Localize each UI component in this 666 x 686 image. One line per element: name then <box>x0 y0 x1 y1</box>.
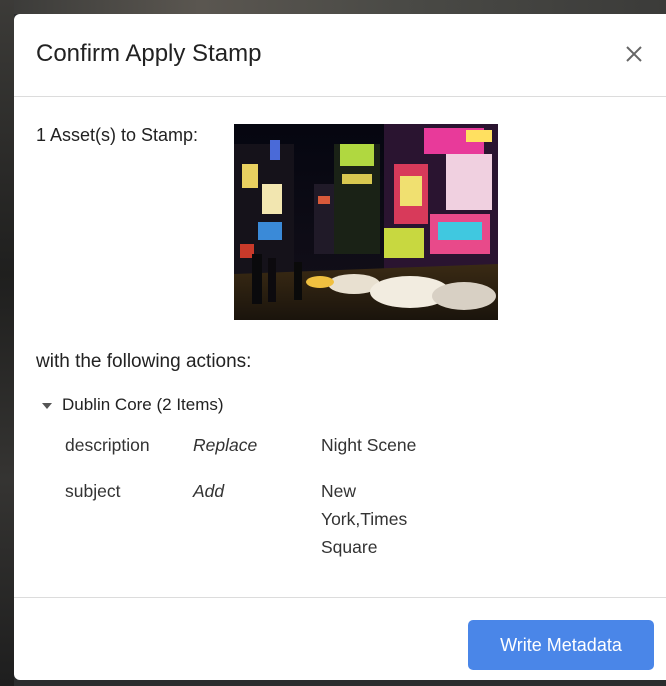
asset-count-label: 1 Asset(s) to Stamp: <box>36 125 199 145</box>
dialog-title: Confirm Apply Stamp <box>36 40 262 67</box>
field-value: New York,Times Square <box>321 481 408 557</box>
field-name: subject <box>65 481 121 501</box>
dialog-body: 1 Asset(s) to Stamp: with the following … <box>14 97 666 598</box>
background-page <box>0 0 666 14</box>
background-page-edge <box>0 0 14 686</box>
operation: Replace <box>193 435 258 455</box>
write-metadata-button[interactable]: Write Metadata <box>468 620 654 670</box>
group-label: Dublin Core (2 Items) <box>62 395 224 414</box>
field-value: Night Scene <box>321 435 417 455</box>
dialog-header: Confirm Apply Stamp <box>14 14 666 97</box>
operation: Add <box>193 481 225 501</box>
actions-label: with the following actions: <box>36 351 252 372</box>
field-name: description <box>65 435 150 455</box>
caret-down-icon <box>42 403 52 409</box>
confirm-stamp-dialog: Confirm Apply Stamp 1 Asset(s) to Stamp: <box>14 14 666 680</box>
close-button[interactable] <box>620 40 648 68</box>
dialog-footer: Write Metadata <box>14 598 666 682</box>
night-street-image <box>234 124 498 320</box>
close-icon <box>626 46 642 62</box>
dublin-core-group-toggle[interactable]: Dublin Core (2 Items) <box>42 395 224 415</box>
asset-thumbnail <box>234 124 498 320</box>
